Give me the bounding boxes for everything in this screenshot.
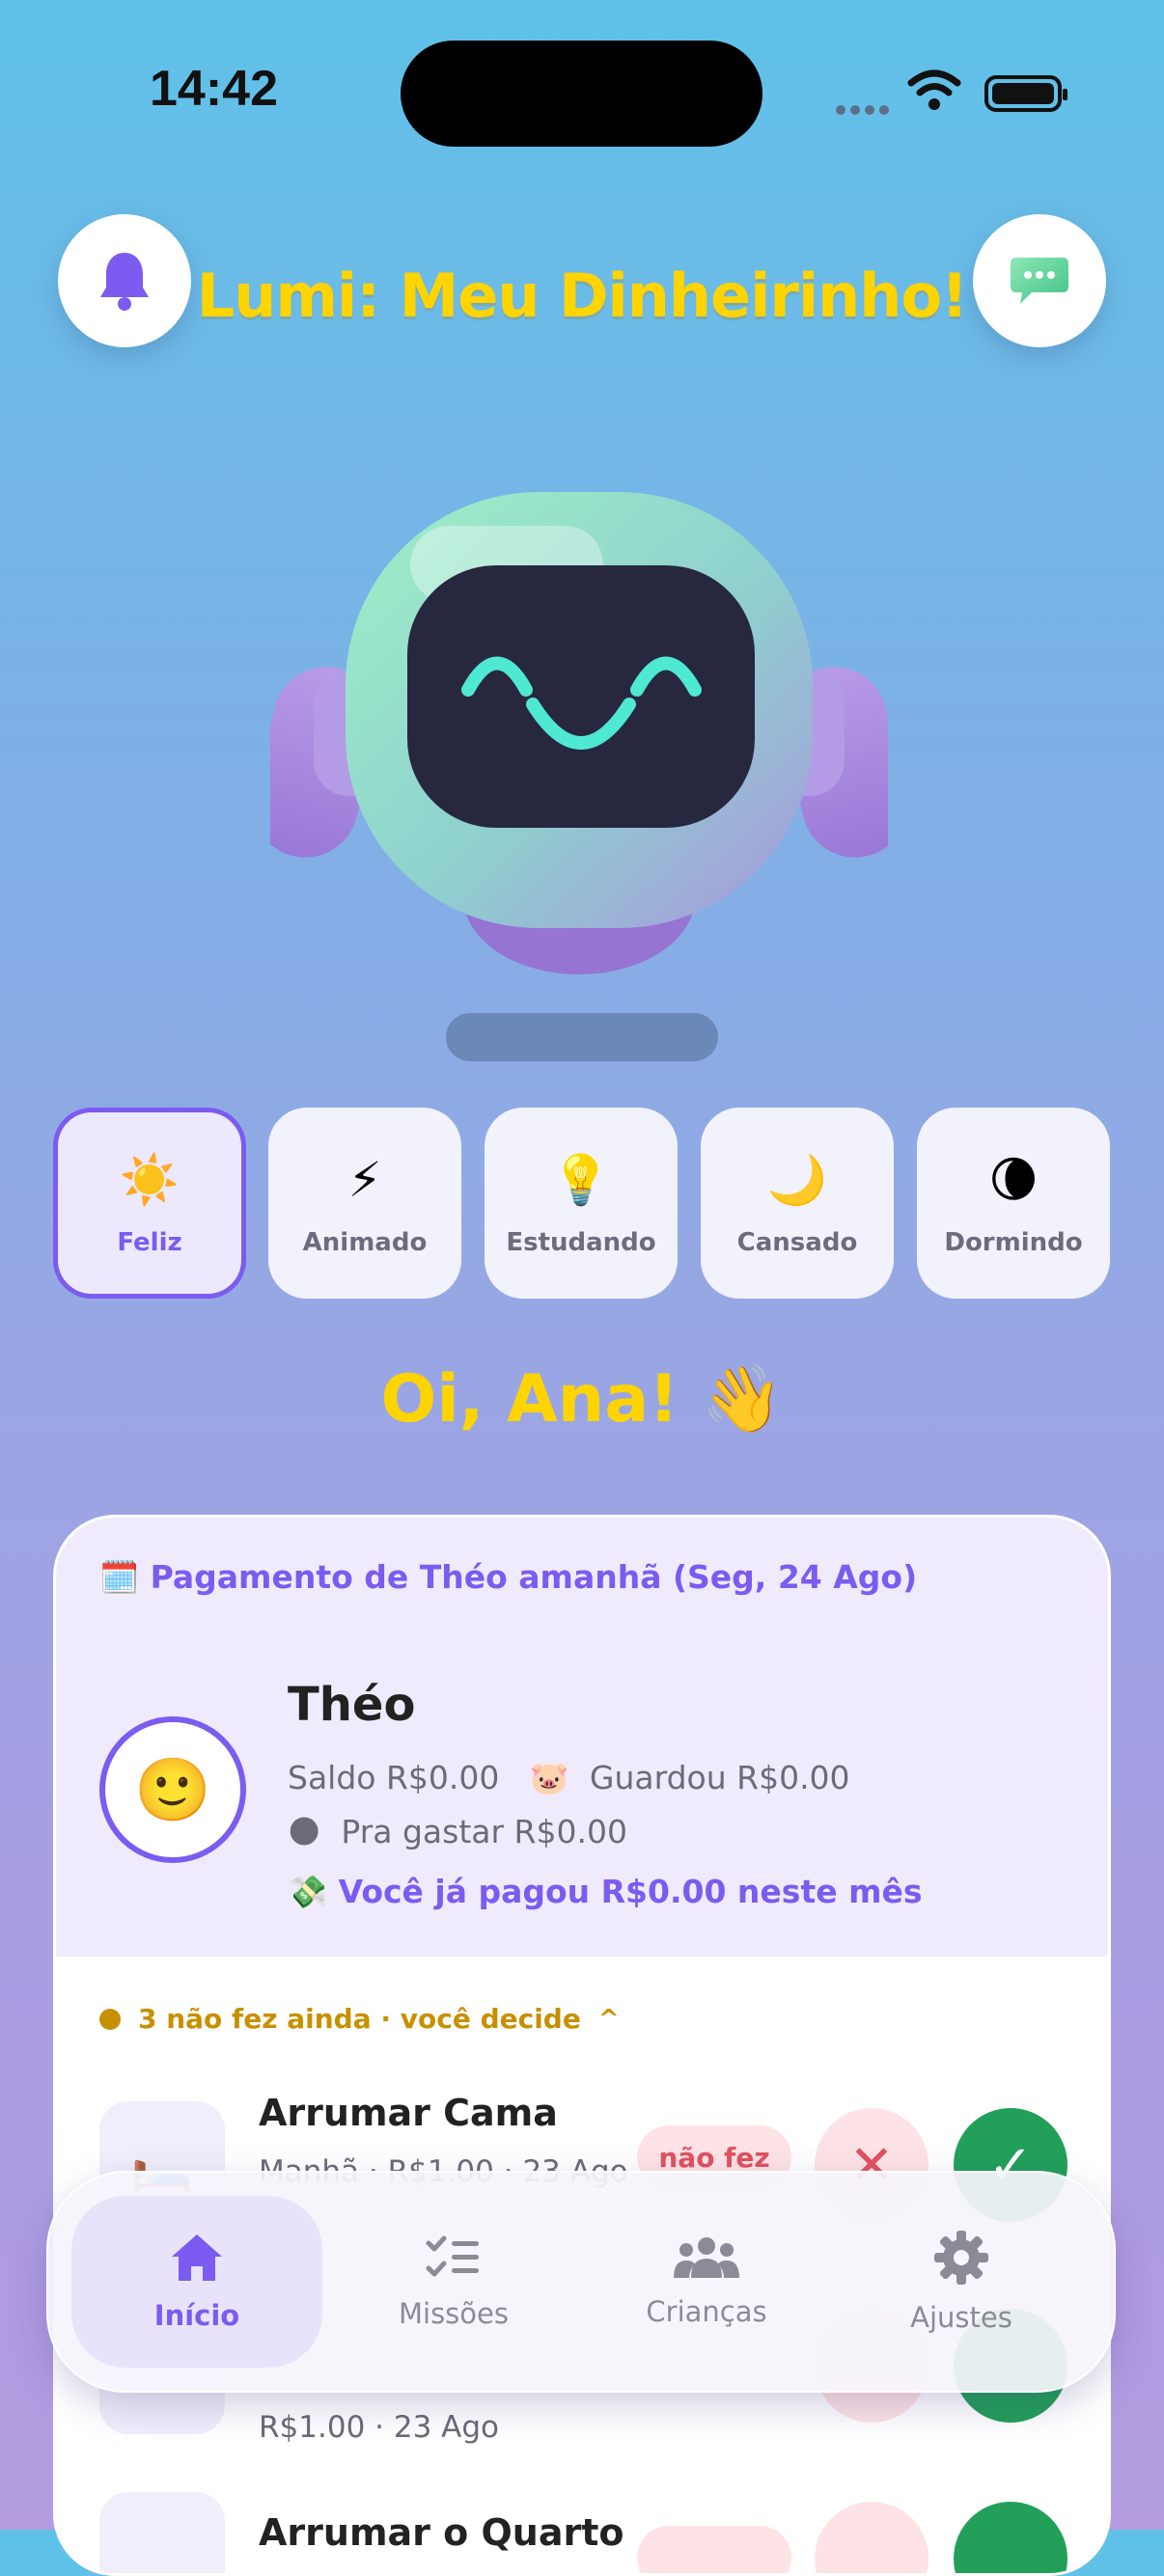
tab-criancas[interactable]: Crianças [581,2196,832,2368]
mood-dormindo[interactable]: 🌘 Dormindo [917,1108,1110,1299]
mood-feliz[interactable]: ☀️ Feliz [53,1108,246,1299]
notifications-button[interactable] [58,214,191,347]
pending-label: 3 não fez ainda · você decide [138,2003,581,2035]
child-avatar[interactable]: 🙂 [99,1716,246,1863]
people-icon [674,2237,739,2278]
home-icon [172,2234,222,2281]
task-title: Arrumar o Quarto [259,2511,624,2554]
mood-label: Animado [302,1228,428,1257]
pending-toggle[interactable]: 3 não fez ainda · você decide ^ [99,2003,620,2035]
tab-missoes[interactable]: Missões [328,2196,579,2368]
approve-button[interactable] [954,2502,1067,2573]
spend-line: 🌑 Pra gastar R$0.00 [288,1813,627,1850]
pending-dot-icon [99,2008,121,2030]
mood-cansado[interactable]: 🌙 Cansado [701,1108,894,1299]
greeting: Oi, Ana! 👋 [380,1361,784,1438]
chat-button[interactable] [973,214,1106,347]
payday-notice: 🗓️ Pagamento de Théo amanhã (Seg, 24 Ago… [99,1558,917,1597]
lightning-icon: ⚡ [347,1152,382,1208]
mood-label: Feliz [117,1228,182,1257]
task-subtitle: R$1.00 · 23 Ago [259,2410,499,2445]
chevron-up-icon: ^ [597,2004,620,2034]
signal-dots-icon [836,100,894,119]
tab-label: Crianças [646,2295,767,2328]
tab-label: Missões [399,2297,509,2330]
bell-icon [100,253,149,311]
status-time: 14:42 [150,61,278,117]
task-icon [99,2492,225,2573]
mood-animado[interactable]: ⚡ Animado [268,1108,461,1299]
chat-bubble-icon [1011,258,1068,304]
mascot-shadow [446,1013,718,1061]
battery-icon [984,75,1067,112]
lightbulb-icon: 💡 [550,1152,612,1208]
robot-mascot [270,492,888,974]
mood-label: Cansado [736,1228,858,1257]
calendar-icon: 🗓️ [99,1558,140,1596]
mood-label: Estudando [506,1228,656,1257]
mood-estudando[interactable]: 💡 Estudando [485,1108,678,1299]
tab-label: Ajustes [910,2301,1012,2334]
balance-line: Saldo R$0.00 🐷 Guardou R$0.00 [288,1759,850,1796]
payday-text: Pagamento de Théo amanhã (Seg, 24 Ago) [150,1558,918,1596]
moon-icon: 🌙 [766,1152,828,1208]
dynamic-island [401,41,762,147]
tab-ajustes[interactable]: Ajustes [836,2196,1087,2368]
app-title: Lumi: Meu Dinheirinho! [196,260,969,331]
paid-this-month: 💸 Você já pagou R$0.00 neste mês [288,1873,923,1910]
tab-label: Início [153,2299,240,2332]
wifi-icon [907,69,961,116]
not-done-badge [637,2526,791,2573]
child-card: 🗓️ Pagamento de Théo amanhã (Seg, 24 Ago… [53,1515,1111,2576]
tab-bar: Início Missões Crianças Ajustes [46,2171,1116,2393]
gear-icon [934,2231,988,2285]
checklist-icon [426,2235,479,2277]
mood-label: Dormindo [944,1228,1083,1257]
tab-inicio[interactable]: Início [71,2196,322,2368]
sun-icon: ☀️ [119,1152,180,1208]
moon-phase-icon: 🌘 [987,1152,1039,1208]
reject-button[interactable] [815,2502,928,2573]
task-title: Arrumar Cama [259,2092,558,2134]
child-name: Théo [288,1678,416,1732]
